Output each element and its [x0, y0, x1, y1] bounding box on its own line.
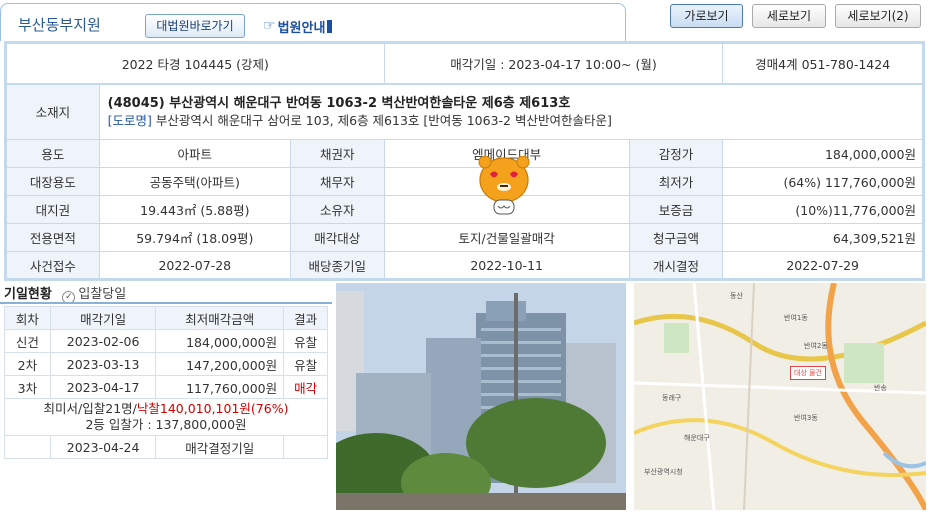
bid-header-result: 결과: [283, 306, 328, 330]
exclusive-area-value: 59.794㎡ (18.09평): [98, 223, 291, 252]
horizontal-view-button[interactable]: 가로보기: [670, 4, 743, 28]
road-name-tag[interactable]: [도로명]: [108, 113, 152, 128]
map-label: 반여3동: [794, 414, 818, 422]
bid-amount: 117,760,000원: [155, 375, 285, 399]
second-bid: 2등 입찰가 : 137,800,000원: [85, 417, 247, 432]
owner-label: 소유자: [289, 195, 385, 224]
department-contact: 경매4계 051-780-1424: [722, 42, 924, 85]
final-empty-cell: [4, 435, 51, 459]
case-info-table: 2022 타경 104445 (강제) 매각기일 : 2023-04-17 10…: [4, 41, 925, 281]
deposit-label: 보증금: [628, 195, 724, 224]
winning-bid: 낙찰140,010,101원(76%): [136, 401, 289, 416]
registry-usage-label: 대장용도: [5, 167, 100, 196]
table-row: 2차 2023-03-13 147,200,000원 유찰: [4, 352, 328, 376]
vertical-view-button[interactable]: 세로보기: [752, 4, 826, 28]
dividend-deadline-value: 2022-10-11: [383, 251, 630, 280]
bid-history-heading: 기일현황: [4, 287, 52, 302]
commencement-label: 개시결정: [628, 251, 724, 280]
deposit-value: (10%)11,776,000원: [722, 195, 924, 224]
bid-header-round: 회차: [4, 306, 51, 330]
court-logo-mark-icon: [327, 19, 333, 33]
bid-day-label: 입찰당일: [78, 287, 127, 302]
bid-header-amount: 최저매각금액: [155, 306, 285, 330]
location-label: 소재지: [5, 83, 100, 140]
court-info-text: 법원안내: [277, 20, 326, 36]
court-info-logo[interactable]: ☞ 법원안내: [263, 15, 347, 37]
exclusive-area-label: 전용면적: [5, 223, 100, 252]
bid-history-title: 기일현황 ✓ 입찰당일: [4, 283, 126, 304]
bid-date: 2023-03-13: [49, 352, 157, 376]
location-map[interactable]: 동산 반여1동 반여2동 반여3동 해운대구 부산광역시청 동래구 반송: [634, 283, 926, 510]
map-label: 동산: [730, 292, 743, 300]
bid-summary: 최미서/입찰21명/낙찰140,010,101원(76%) 2등 입찰가 : 1…: [4, 398, 328, 436]
bidder-summary: 최미서/입찰21명/: [43, 401, 137, 416]
claim-amount-value: 64,309,521원: [722, 223, 924, 252]
pointing-hand-icon: ☞: [263, 18, 276, 34]
final-label: 매각결정기일: [155, 435, 285, 459]
vertical-view-2-button[interactable]: 세로보기(2): [835, 4, 921, 28]
map-label: 반여1동: [784, 314, 808, 322]
map-label: 반여2동: [804, 342, 828, 350]
target-property-label: 대상 물건: [790, 366, 826, 380]
final-date: 2023-04-24: [49, 435, 157, 459]
target-property-marker[interactable]: 대상 물건: [790, 363, 826, 380]
bid-round: 2차: [4, 352, 51, 376]
final-empty-cell: [283, 435, 328, 459]
table-row: 3차 2023-04-17 117,760,000원 매각: [4, 375, 328, 399]
appraisal-label: 감정가: [628, 139, 724, 168]
map-label: 반송: [874, 384, 887, 392]
sale-target-label: 매각대상: [289, 223, 385, 252]
bid-result-sold: 매각: [283, 375, 328, 399]
usage-label: 용도: [5, 139, 100, 168]
location-value: (48045) 부산광역시 해운대구 반여동 1063-2 벽산반여한솔타운 제…: [98, 83, 925, 140]
land-right-label: 대지권: [5, 195, 100, 224]
registry-usage-value: 공동주택(아파트): [98, 167, 291, 196]
land-right-value: 19.443㎡ (5.88평): [98, 195, 291, 224]
map-label: 해운대구: [684, 434, 710, 442]
bid-result: 유찰: [283, 329, 328, 353]
bid-history-table: 회차 매각기일 최저매각금액 결과 신건 2023-02-06 184,000,…: [4, 306, 328, 459]
minimum-price-value: (64%) 117,760,000원: [722, 167, 924, 196]
table-row: 신건 2023-02-06 184,000,000원 유찰: [4, 329, 328, 353]
court-site-button[interactable]: 대법원바로가기: [145, 14, 245, 38]
bid-result: 유찰: [283, 352, 328, 376]
court-header-tab: 부산동부지원 대법원바로가기 ☞ 법원안내: [0, 3, 626, 41]
usage-value: 아파트: [98, 139, 291, 168]
bid-amount: 184,000,000원: [155, 329, 285, 353]
bid-history-divider: [0, 302, 332, 304]
bid-round: 신건: [4, 329, 51, 353]
bid-date: 2023-02-06: [49, 329, 157, 353]
case-received-value: 2022-07-28: [98, 251, 291, 280]
bid-header-date: 매각기일: [49, 306, 157, 330]
dividend-deadline-label: 배당종기일: [289, 251, 385, 280]
bid-day-link[interactable]: ✓ 입찰당일: [62, 287, 127, 304]
sale-date: 매각기일 : 2023-04-17 10:00~ (월): [383, 42, 724, 85]
bid-round: 3차: [4, 375, 51, 399]
commencement-value: 2022-07-29: [722, 251, 924, 280]
appraisal-value: 184,000,000원: [722, 139, 924, 168]
minimum-price-label: 최저가: [628, 167, 724, 196]
debtor-label: 채무자: [289, 167, 385, 196]
bid-date: 2023-04-17: [49, 375, 157, 399]
court-name: 부산동부지원: [18, 16, 101, 34]
map-label: 동래구: [662, 394, 682, 402]
character-sticker-icon: [478, 156, 530, 215]
bid-amount: 147,200,000원: [155, 352, 285, 376]
map-label: 부산광역시청: [644, 468, 683, 476]
claim-amount-label: 청구금액: [628, 223, 724, 252]
address-main: (48045) 부산광역시 해운대구 반여동 1063-2 벽산반여한솔타운 제…: [107, 95, 571, 111]
creditor-label: 채권자: [289, 139, 385, 168]
table-row: 2023-04-24 매각결정기일: [4, 435, 328, 459]
case-received-label: 사건접수: [5, 251, 100, 280]
property-photo[interactable]: [336, 283, 626, 510]
case-number: 2022 타경 104445 (강제): [5, 42, 385, 85]
apartment-building-image: [336, 283, 626, 510]
sale-target-value: 토지/건물일괄매각: [383, 223, 630, 252]
address-road: 부산광역시 해운대구 삼어로 103, 제6층 제613호 [반여동 1063-…: [155, 112, 612, 128]
